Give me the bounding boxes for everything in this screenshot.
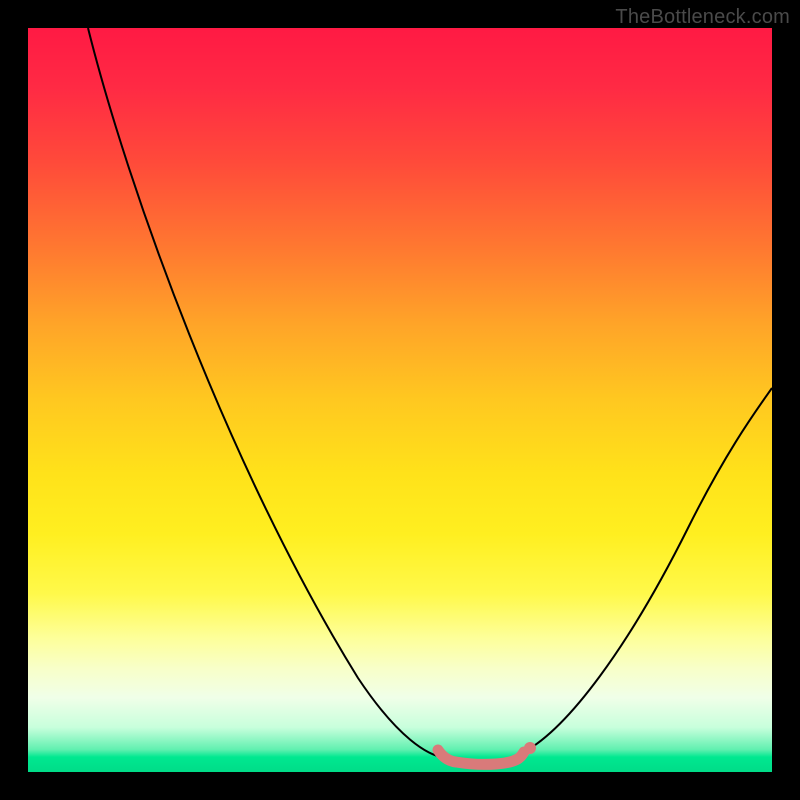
chart-svg (28, 28, 772, 772)
valley-dot-4 (507, 758, 514, 765)
watermark-text: TheBottleneck.com (615, 6, 790, 29)
valley-dot-1 (455, 760, 462, 767)
plot-area (28, 28, 772, 772)
curve-right (524, 388, 772, 752)
curve-left (88, 28, 446, 758)
highlight-dot (524, 742, 536, 754)
valley-dot-2 (473, 762, 480, 769)
valley-dot-3 (491, 761, 498, 768)
